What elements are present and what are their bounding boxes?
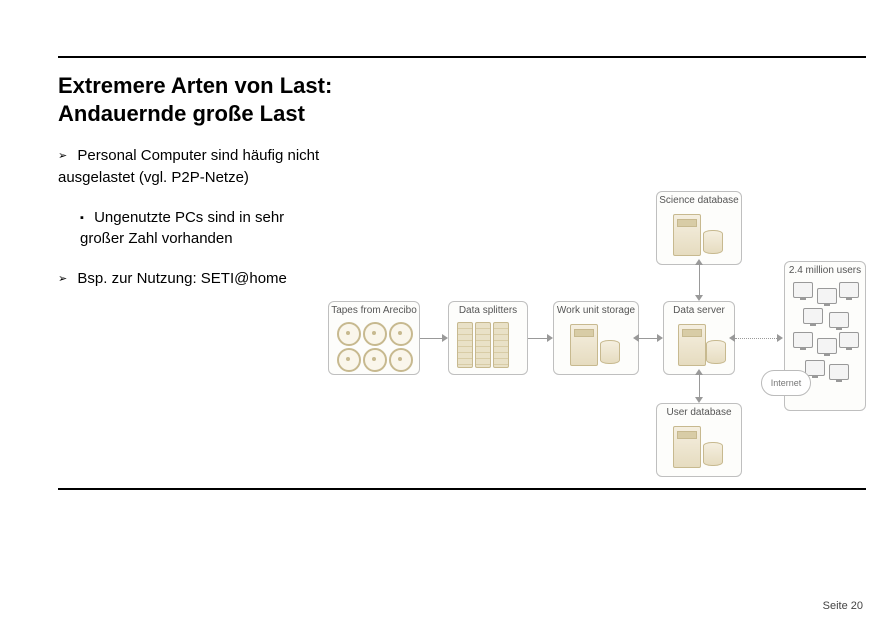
label-dataserver: Data server xyxy=(664,305,734,316)
bullet-1a: Ungenutzte PCs sind in sehr großer Zahl … xyxy=(80,207,328,251)
node-userdb: User database xyxy=(656,403,742,477)
label-science: Science database xyxy=(657,195,741,206)
title-line-1: Extremere Arten von Last: xyxy=(58,73,332,98)
label-userdb: User database xyxy=(657,407,741,418)
label-workunit: Work unit storage xyxy=(554,305,638,316)
slide-title: Extremere Arten von Last: Andauernde gro… xyxy=(58,72,866,127)
label-splitters: Data splitters xyxy=(449,305,527,316)
title-line-2: Andauernde große Last xyxy=(58,101,305,126)
bullet-list: Personal Computer sind häufig nicht ausg… xyxy=(58,145,328,290)
label-users: 2.4 million users xyxy=(785,265,865,276)
node-tapes: Tapes from Arecibo xyxy=(328,301,420,375)
page-number: Seite 20 xyxy=(823,600,863,612)
node-workunit: Work unit storage xyxy=(553,301,639,375)
bullet-1-text: Personal Computer sind häufig nicht ausg… xyxy=(58,147,319,186)
seti-diagram: Tapes from Arecibo Data splitters Work u… xyxy=(328,191,868,471)
bullet-1a-text: Ungenutzte PCs sind in sehr großer Zahl … xyxy=(80,209,284,248)
label-tapes: Tapes from Arecibo xyxy=(329,305,419,316)
label-internet: Internet xyxy=(771,378,802,388)
node-splitters: Data splitters xyxy=(448,301,528,375)
bottom-rule xyxy=(58,488,866,490)
cloud-internet: Internet xyxy=(761,370,811,396)
bullet-1: Personal Computer sind häufig nicht ausg… xyxy=(58,145,328,189)
node-science: Science database xyxy=(656,191,742,265)
node-users: 2.4 million users Internet xyxy=(784,261,866,411)
top-rule xyxy=(58,56,866,58)
node-dataserver: Data server xyxy=(663,301,735,375)
bullet-2-text: Bsp. zur Nutzung: SETI@home xyxy=(77,270,286,287)
bullet-2: Bsp. zur Nutzung: SETI@home xyxy=(58,268,328,290)
